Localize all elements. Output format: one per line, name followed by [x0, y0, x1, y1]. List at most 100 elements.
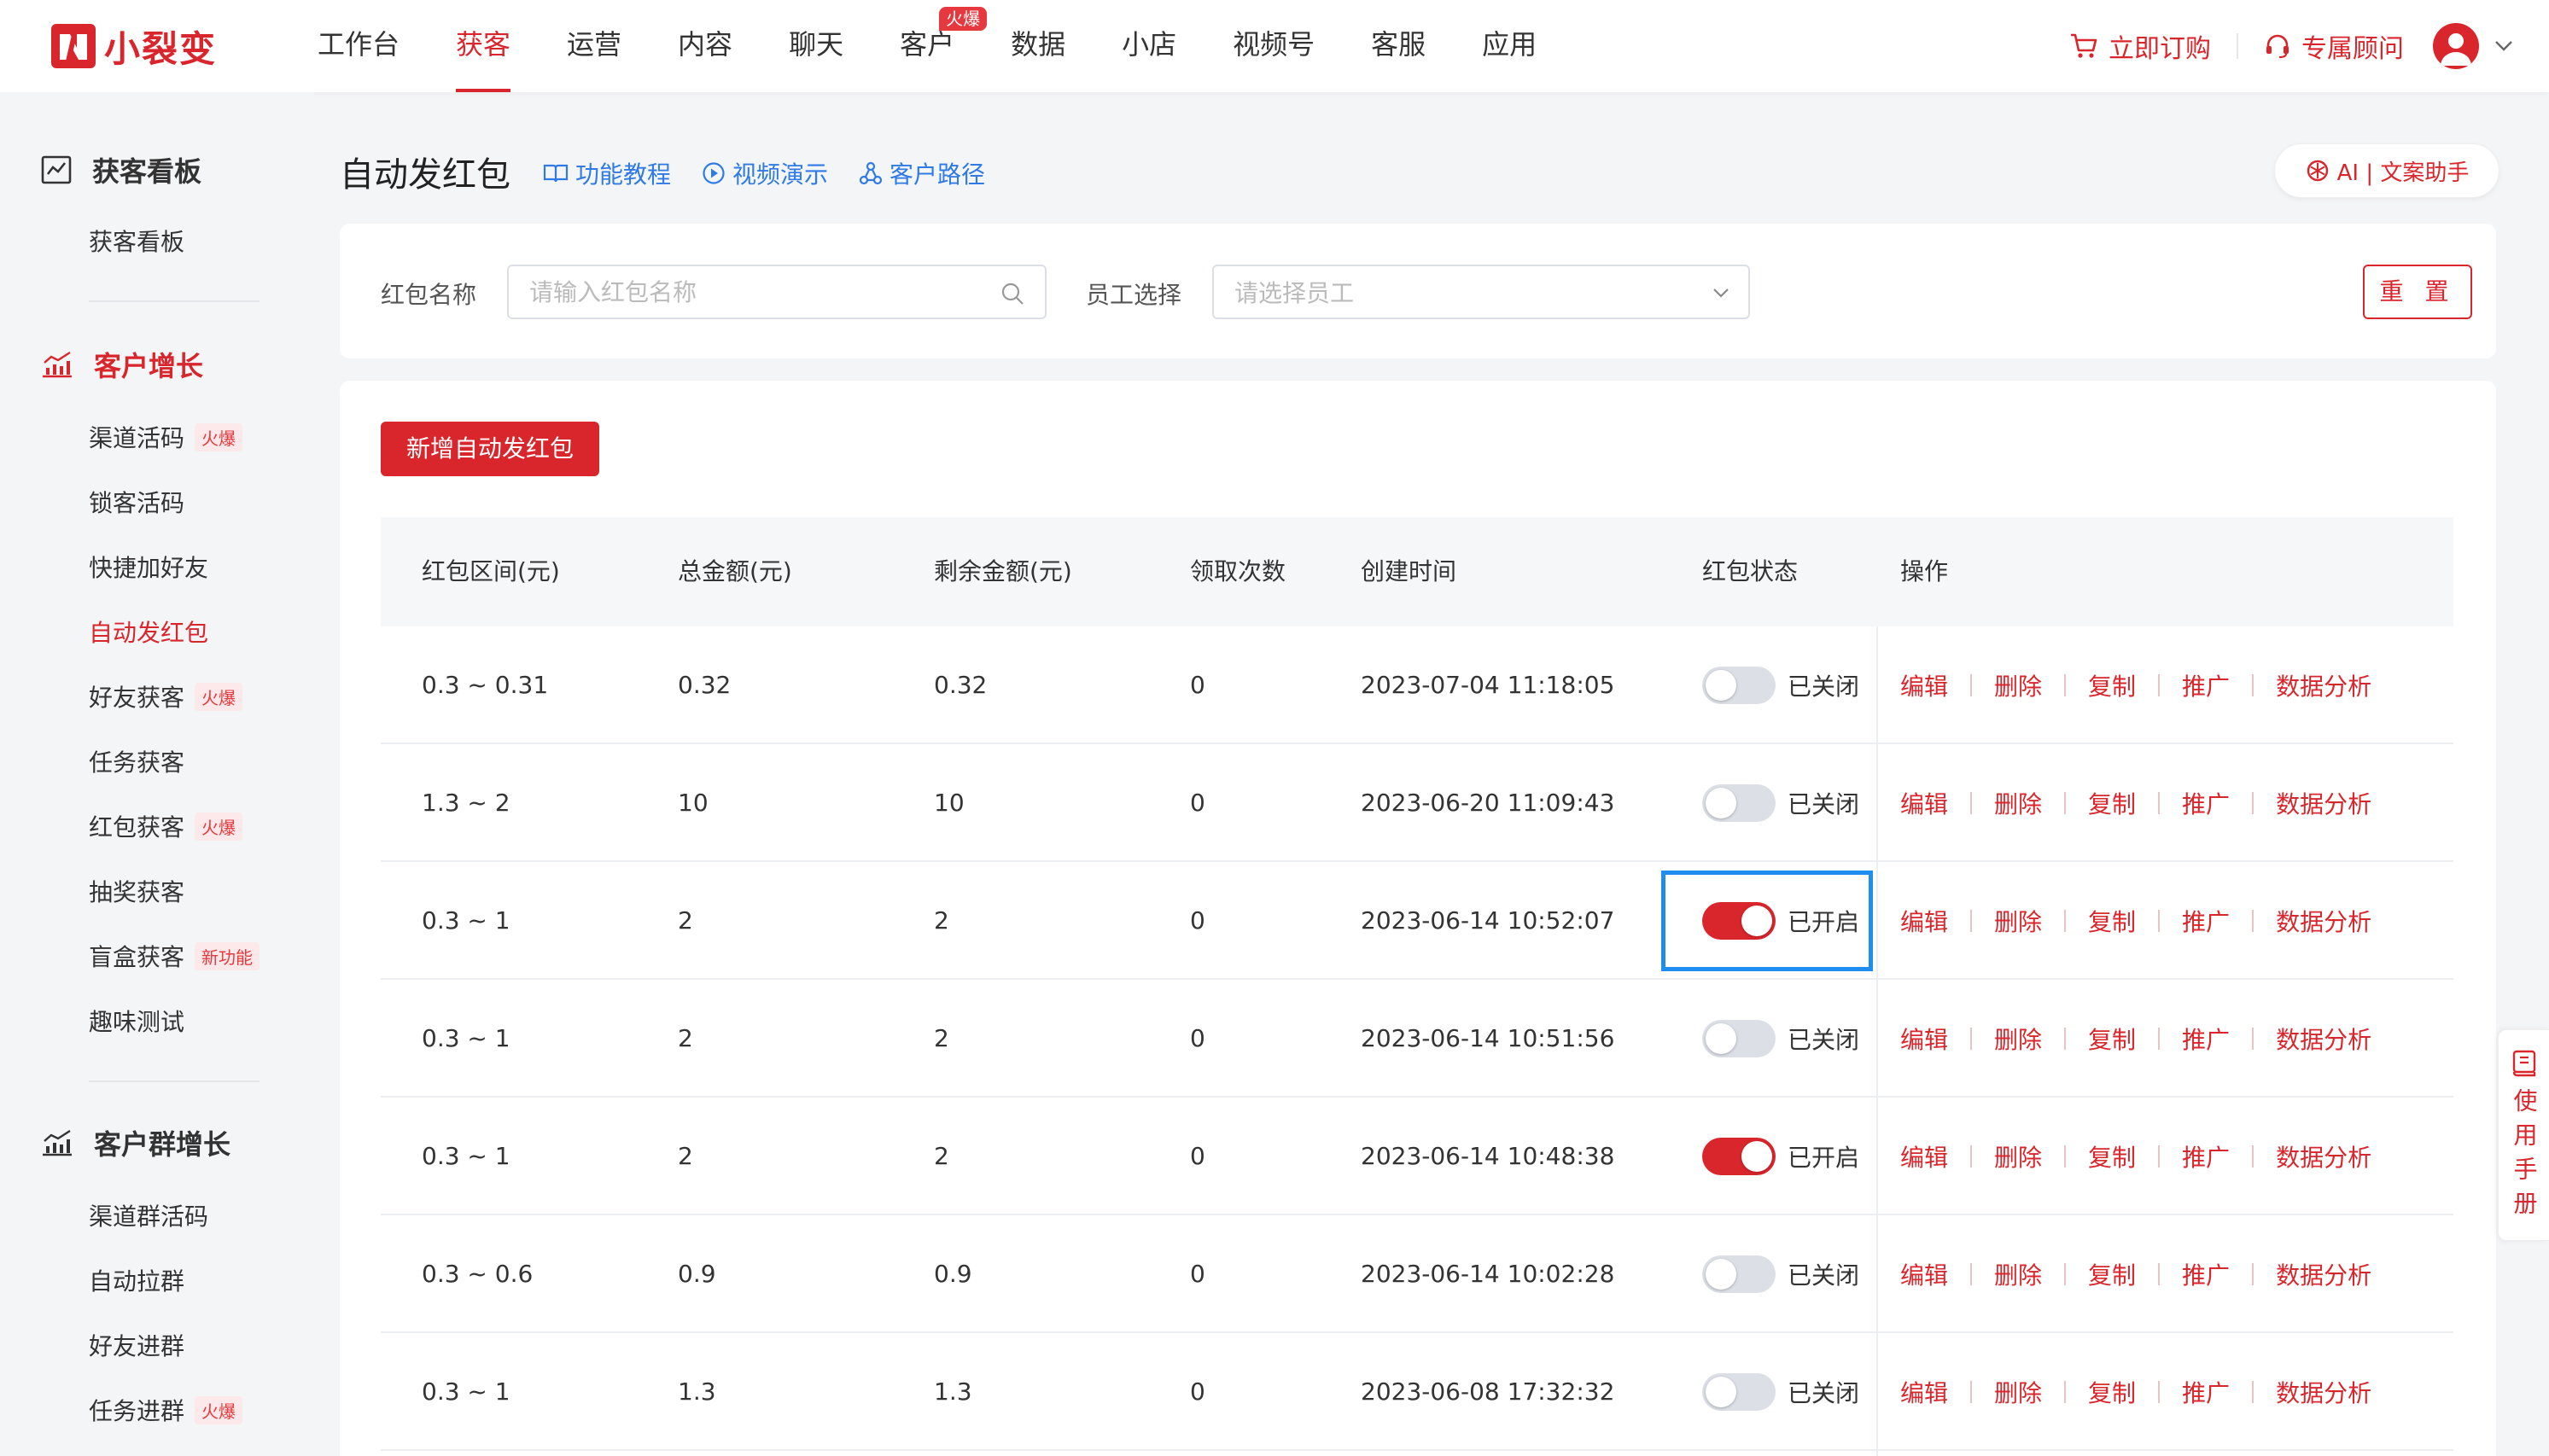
search-icon[interactable]	[1000, 282, 1024, 306]
status-toggle[interactable]	[1702, 1255, 1776, 1293]
dashboard-icon	[41, 155, 72, 184]
nav-item-data[interactable]: 数据	[1011, 0, 1065, 92]
cell-total: 10	[678, 789, 709, 817]
sidebar-item-blind-box-acquire[interactable]: 盲盒获客 新功能	[89, 939, 260, 973]
nav-item-apps[interactable]: 应用	[1482, 0, 1537, 92]
copy-link[interactable]: 复制	[2088, 786, 2136, 820]
sidebar-item-task-join-group[interactable]: 任务进群 火爆	[89, 1393, 243, 1427]
video-demo-link[interactable]: 视频演示	[702, 156, 828, 190]
promote-link[interactable]: 推广	[2182, 1257, 2230, 1291]
new-feature-badge: 新功能	[195, 941, 260, 970]
brand-logo[interactable]: 小裂变	[51, 19, 217, 73]
copy-link[interactable]: 复制	[2088, 668, 2136, 702]
delete-link[interactable]: 删除	[1994, 1257, 2042, 1291]
status-toggle[interactable]	[1702, 1373, 1776, 1411]
staff-select[interactable]: 请选择员工	[1212, 265, 1750, 319]
edit-link[interactable]: 编辑	[1900, 1257, 1948, 1291]
sidebar-group-group-growth[interactable]: 客户群增长	[41, 1123, 230, 1162]
red-packet-name-input[interactable]	[507, 265, 1047, 319]
row-actions: 编辑 删除 复制 推广 数据分析	[1900, 1215, 2371, 1333]
copy-link[interactable]: 复制	[2088, 1022, 2136, 1056]
nav-item-service[interactable]: 客服	[1371, 0, 1426, 92]
sidebar-item-fun-quiz[interactable]: 趣味测试	[89, 1004, 184, 1038]
video-demo-label: 视频演示	[732, 160, 829, 189]
sidebar-item-quick-add-friend[interactable]: 快捷加好友	[89, 550, 208, 584]
data-analysis-link[interactable]: 数据分析	[2276, 668, 2371, 702]
delete-link[interactable]: 删除	[1994, 1022, 2042, 1056]
copy-link[interactable]: 复制	[2088, 1139, 2136, 1174]
order-now-link[interactable]: 立即订购	[2069, 27, 2211, 65]
edit-link[interactable]: 编辑	[1900, 1375, 1948, 1409]
sidebar-item-lottery-acquire[interactable]: 抽奖获客	[89, 874, 184, 908]
nav-label: 客户	[900, 28, 955, 61]
nav-item-chat[interactable]: 聊天	[789, 0, 843, 92]
sidebar-item-friend-acquire[interactable]: 好友获客 火爆	[89, 679, 243, 713]
promote-link[interactable]: 推广	[2182, 1022, 2230, 1056]
delete-link[interactable]: 删除	[1994, 668, 2042, 702]
promote-link[interactable]: 推广	[2182, 904, 2230, 938]
table-row: 0.3 ~ 0.31 0.32 0.32 0 2023-07-04 11:18:05 已关…	[381, 626, 2453, 744]
sidebar-item-channel-qrcode[interactable]: 渠道活码 火爆	[89, 420, 243, 454]
status-toggle[interactable]	[1702, 1138, 1776, 1175]
customer-path-link[interactable]: 客户路径	[859, 156, 985, 190]
promote-link[interactable]: 推广	[2182, 1375, 2230, 1409]
nav-item-content[interactable]: 内容	[678, 0, 732, 92]
nav-item-channels[interactable]: 视频号	[1233, 0, 1315, 92]
reset-button[interactable]: 重 置	[2363, 265, 2472, 319]
sidebar-item-auto-red-packet[interactable]: 自动发红包	[89, 614, 208, 649]
sidebar-item-lock-qrcode[interactable]: 锁客活码	[89, 485, 184, 519]
sidebar-item-task-acquire[interactable]: 任务获客	[89, 744, 184, 778]
cell-range: 1.3 ~ 2	[422, 789, 510, 817]
sidebar-item-auto-pull-group[interactable]: 自动拉群	[89, 1263, 184, 1297]
chevron-down-icon[interactable]	[2494, 40, 2513, 52]
edit-link[interactable]: 编辑	[1900, 1139, 1948, 1174]
promote-link[interactable]: 推广	[2182, 786, 2230, 820]
status-text: 已开启	[1788, 1144, 1860, 1172]
user-avatar[interactable]	[2433, 23, 2479, 69]
data-analysis-link[interactable]: 数据分析	[2276, 1022, 2371, 1056]
toggle-knob	[1706, 788, 1736, 818]
delete-link[interactable]: 删除	[1994, 1375, 2042, 1409]
nav-item-operations[interactable]: 运营	[567, 0, 621, 92]
nav-item-acquire[interactable]: 获客	[456, 0, 511, 92]
edit-link[interactable]: 编辑	[1900, 1022, 1948, 1056]
nav-item-customers[interactable]: 客户 火爆	[900, 0, 988, 92]
copy-link[interactable]: 复制	[2088, 904, 2136, 938]
copy-link[interactable]: 复制	[2088, 1257, 2136, 1291]
delete-link[interactable]: 删除	[1994, 1139, 2042, 1174]
nav-label: 获客	[456, 28, 511, 61]
edit-link[interactable]: 编辑	[1900, 904, 1948, 938]
ai-copywriting-assistant-button[interactable]: AI | 文案助手	[2274, 143, 2499, 198]
sidebar-item-label: 趣味测试	[89, 1008, 185, 1036]
status-toggle[interactable]	[1702, 667, 1776, 704]
ai-button-label: AI | 文案助手	[2336, 160, 2470, 186]
status-toggle[interactable]	[1702, 1020, 1776, 1057]
sidebar-group-customer-growth[interactable]: 客户增长	[41, 345, 203, 384]
sidebar-item-channel-group-qrcode[interactable]: 渠道群活码	[89, 1198, 208, 1232]
user-manual-tab[interactable]: 使用手册	[2498, 1029, 2549, 1241]
data-analysis-link[interactable]: 数据分析	[2276, 1375, 2371, 1409]
nav-item-workbench[interactable]: 工作台	[318, 0, 400, 92]
data-analysis-link[interactable]: 数据分析	[2276, 1139, 2371, 1174]
data-analysis-link[interactable]: 数据分析	[2276, 786, 2371, 820]
sidebar-group-dashboard[interactable]: 获客看板	[41, 150, 201, 189]
nav-item-shop[interactable]: 小店	[1122, 0, 1176, 92]
status-toggle[interactable]	[1702, 784, 1776, 822]
tutorial-link[interactable]: 功能教程	[543, 156, 671, 190]
sidebar-item-dashboard[interactable]: 获客看板	[89, 224, 184, 258]
edit-link[interactable]: 编辑	[1900, 668, 1948, 702]
add-auto-red-packet-button[interactable]: 新增自动发红包	[381, 422, 600, 476]
sidebar-item-friend-join-group[interactable]: 好友进群	[89, 1328, 184, 1362]
sidebar-item-label: 抽奖获客	[89, 878, 185, 906]
delete-link[interactable]: 删除	[1994, 786, 2042, 820]
delete-link[interactable]: 删除	[1994, 904, 2042, 938]
promote-link[interactable]: 推广	[2182, 1139, 2230, 1174]
advisor-link[interactable]: 专属顾问	[2264, 27, 2404, 65]
data-analysis-link[interactable]: 数据分析	[2276, 1257, 2371, 1291]
edit-link[interactable]: 编辑	[1900, 786, 1948, 820]
sidebar-item-red-packet-acquire[interactable]: 红包获客 火爆	[89, 809, 243, 843]
promote-link[interactable]: 推广	[2182, 668, 2230, 702]
table-row: 1.3 ~ 2 10 10 0 2023-06-20 11:09:43 已关闭 编辑 删除 复制…	[381, 744, 2453, 862]
copy-link[interactable]: 复制	[2088, 1375, 2136, 1409]
data-analysis-link[interactable]: 数据分析	[2276, 904, 2371, 938]
